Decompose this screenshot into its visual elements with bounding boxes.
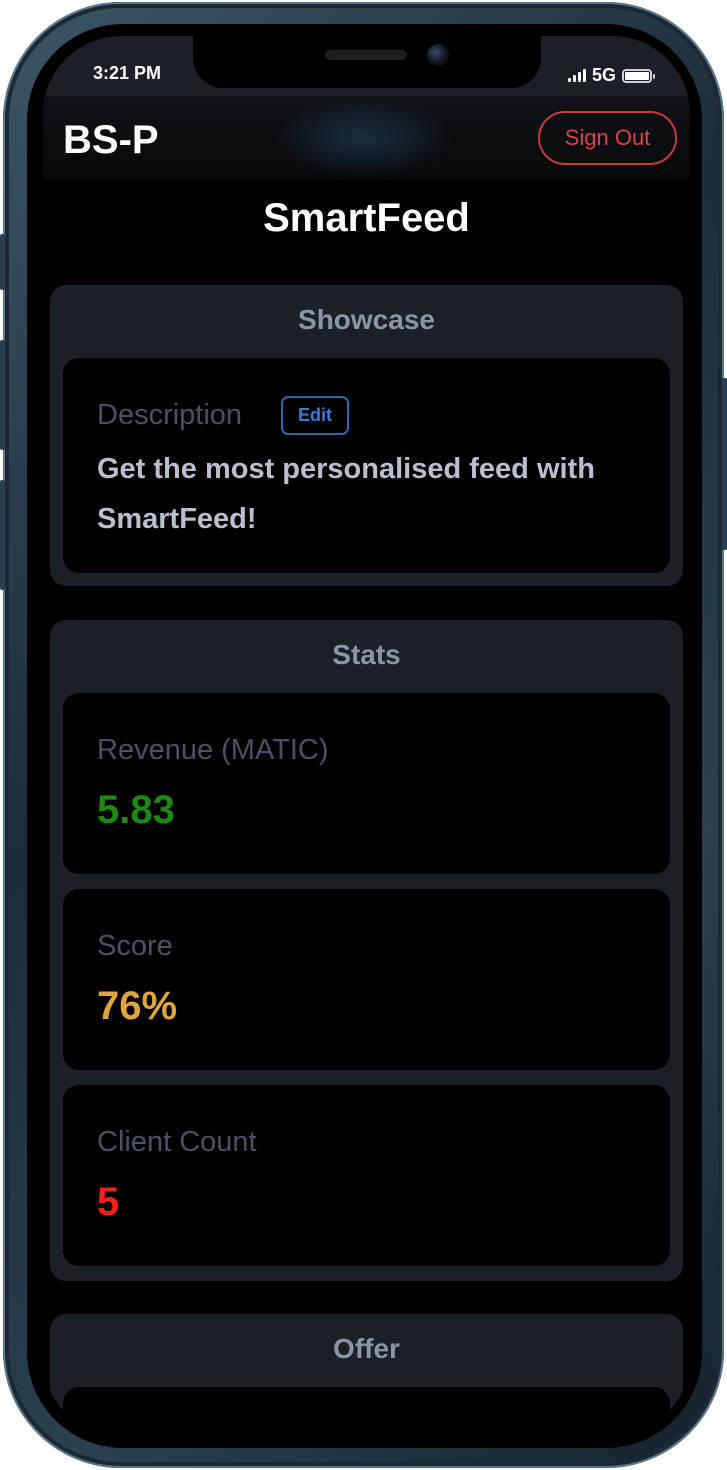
network-label: 5G — [591, 65, 616, 85]
stats-section: Stats Revenue (MATIC) 5.83 Score 76% Cli… — [50, 620, 683, 1281]
stat-value-score: 76% — [97, 984, 178, 1028]
stats-title: Stats — [332, 639, 401, 670]
stat-value-revenue: 5.83 — [97, 788, 175, 832]
stat-label: Client Count — [97, 1126, 257, 1158]
speaker — [325, 50, 407, 60]
side-button-left-1 — [0, 234, 5, 290]
showcase-title: Showcase — [298, 304, 435, 335]
app-header: BS-P Sign Out — [43, 96, 690, 180]
sign-out-button[interactable]: Sign Out — [538, 111, 677, 165]
brand-logo: BS-P — [63, 118, 159, 162]
edit-button[interactable]: Edit — [281, 396, 349, 435]
page-title: SmartFeed — [263, 196, 470, 240]
screen: 3:21 PM 5G BS-P Sign Out SmartFeed Showc… — [43, 36, 690, 1436]
offer-title: Offer — [333, 1333, 400, 1364]
stat-value-client-count: 5 — [97, 1180, 120, 1224]
notch — [193, 36, 541, 88]
signal-icon — [567, 69, 586, 82]
description-card: Description Edit Get the most personalis… — [63, 358, 670, 573]
side-button-right — [722, 378, 727, 550]
side-button-left-2 — [0, 340, 5, 450]
description-text: Get the most personalised feed with Smar… — [97, 453, 595, 535]
battery-icon — [622, 68, 655, 83]
status-indicators: 5G — [567, 65, 655, 86]
stat-label: Score — [97, 930, 173, 962]
status-time: 3:21 PM — [93, 63, 162, 83]
stat-card-client-count: Client Count 5 — [63, 1085, 670, 1266]
description-label: Description — [97, 399, 243, 431]
side-button-left-3 — [0, 480, 5, 590]
offer-section: Offer — [50, 1314, 683, 1436]
stat-card-score: Score 76% — [63, 889, 670, 1070]
showcase-section: Showcase Description Edit Get the most p… — [50, 285, 683, 586]
stat-card-revenue: Revenue (MATIC) 5.83 — [63, 693, 670, 874]
offer-card — [63, 1387, 670, 1436]
stat-label: Revenue (MATIC) — [97, 734, 329, 766]
phone-frame: 3:21 PM 5G BS-P Sign Out SmartFeed Showc… — [0, 2, 727, 1468]
camera-icon — [427, 44, 449, 66]
